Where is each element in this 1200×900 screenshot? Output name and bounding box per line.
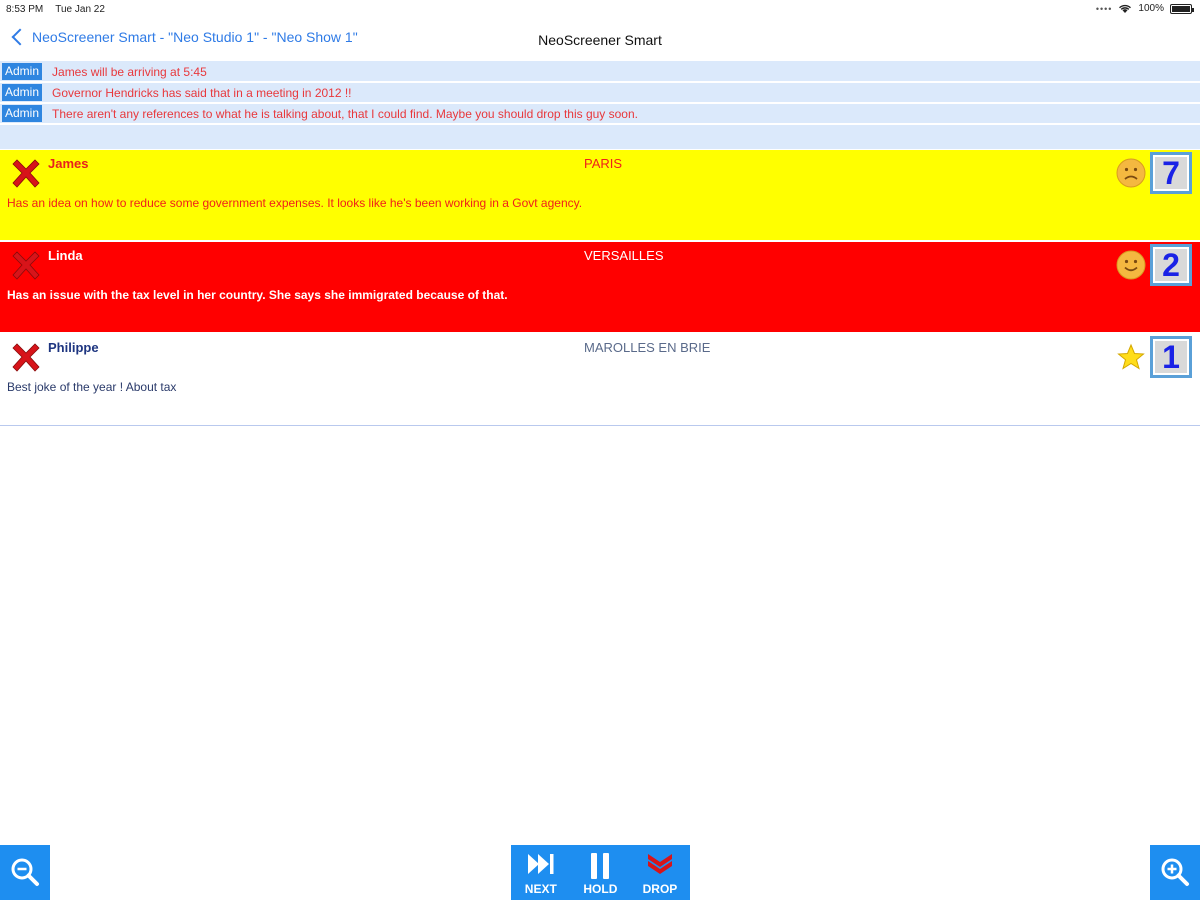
battery-percent: 100%	[1138, 3, 1164, 14]
caller-topic: Best joke of the year ! About tax	[7, 380, 177, 394]
call-actions-toolbar: NEXT HOLD DROP	[511, 845, 690, 900]
app-root: 8:53 PM Tue Jan 22 •••• 100% NeoScreener…	[0, 0, 1200, 900]
drop-caller-x-icon[interactable]	[8, 248, 44, 284]
caller-name: Linda	[48, 248, 83, 263]
next-button[interactable]: NEXT	[511, 845, 571, 900]
caller-topic: Has an idea on how to reduce some govern…	[7, 196, 583, 210]
zoom-out-icon	[11, 858, 39, 886]
sad-face-icon	[1116, 158, 1146, 188]
zoom-out-button[interactable]	[0, 845, 50, 900]
happy-face-icon	[1116, 250, 1146, 280]
divider	[0, 123, 1200, 125]
line-number-button[interactable]: 7	[1150, 152, 1192, 194]
caller-city: MAROLLES EN BRIE	[584, 340, 711, 355]
pause-icon	[591, 853, 610, 879]
drop-caller-x-icon[interactable]	[8, 156, 44, 192]
admin-badge: Admin	[2, 63, 43, 80]
status-time: 8:53 PM	[6, 4, 44, 15]
admin-message: Admin Governor Hendricks has said that i…	[0, 83, 1200, 102]
double-chevron-down-icon	[647, 854, 672, 874]
caller-topic: Has an issue with the tax level in her c…	[7, 288, 508, 302]
zoom-in-button[interactable]	[1150, 845, 1200, 900]
admin-message-text: Governor Hendricks has said that in a me…	[52, 85, 352, 100]
caller-row-linda[interactable]: Linda VERSAILLES Has an issue with the t…	[0, 242, 1200, 332]
status-bar: 8:53 PM Tue Jan 22 •••• 100%	[0, 0, 1200, 20]
admin-message: Admin There aren't any references to wha…	[0, 104, 1200, 123]
admin-badge: Admin	[2, 84, 43, 101]
drop-button[interactable]: DROP	[630, 845, 690, 900]
drop-button-label: DROP	[642, 882, 678, 896]
status-date: Tue Jan 22	[55, 4, 105, 15]
admin-messages-panel: Admin James will be arriving at 5:45 Adm…	[0, 61, 1200, 149]
line-number-button[interactable]: 1	[1150, 336, 1192, 378]
signal-dots-icon: ••••	[1095, 3, 1113, 14]
line-number-button[interactable]: 2	[1150, 244, 1192, 286]
drop-caller-x-icon[interactable]	[8, 340, 44, 376]
caller-city: PARIS	[584, 156, 623, 171]
caller-name: Philippe	[48, 340, 99, 355]
caller-name: James	[48, 156, 89, 171]
navigation-bar: NeoScreener Smart - "Neo Studio 1" - "Ne…	[0, 22, 1200, 60]
skip-next-icon	[527, 854, 554, 874]
zoom-in-icon	[1161, 858, 1189, 886]
caller-row-james[interactable]: James PARIS Has an idea on how to reduce…	[0, 150, 1200, 240]
star-icon	[1117, 343, 1145, 370]
page-title: NeoScreener Smart	[538, 32, 662, 48]
caller-city: VERSAILLES	[584, 248, 664, 263]
status-left: 8:53 PM Tue Jan 22	[6, 4, 105, 15]
wifi-icon	[1119, 4, 1132, 13]
caller-row-philippe[interactable]: Philippe MAROLLES EN BRIE Best joke of t…	[0, 334, 1200, 426]
status-right: •••• 100%	[1095, 3, 1194, 14]
battery-icon	[1170, 3, 1194, 14]
admin-message-text: James will be arriving at 5:45	[52, 64, 207, 79]
admin-message: Admin James will be arriving at 5:45	[0, 62, 1200, 81]
next-button-label: NEXT	[524, 882, 557, 896]
admin-badge: Admin	[2, 105, 43, 122]
hold-button[interactable]: HOLD	[571, 845, 631, 900]
admin-message-text: There aren't any references to what he i…	[52, 106, 638, 121]
hold-button-label: HOLD	[583, 882, 618, 896]
